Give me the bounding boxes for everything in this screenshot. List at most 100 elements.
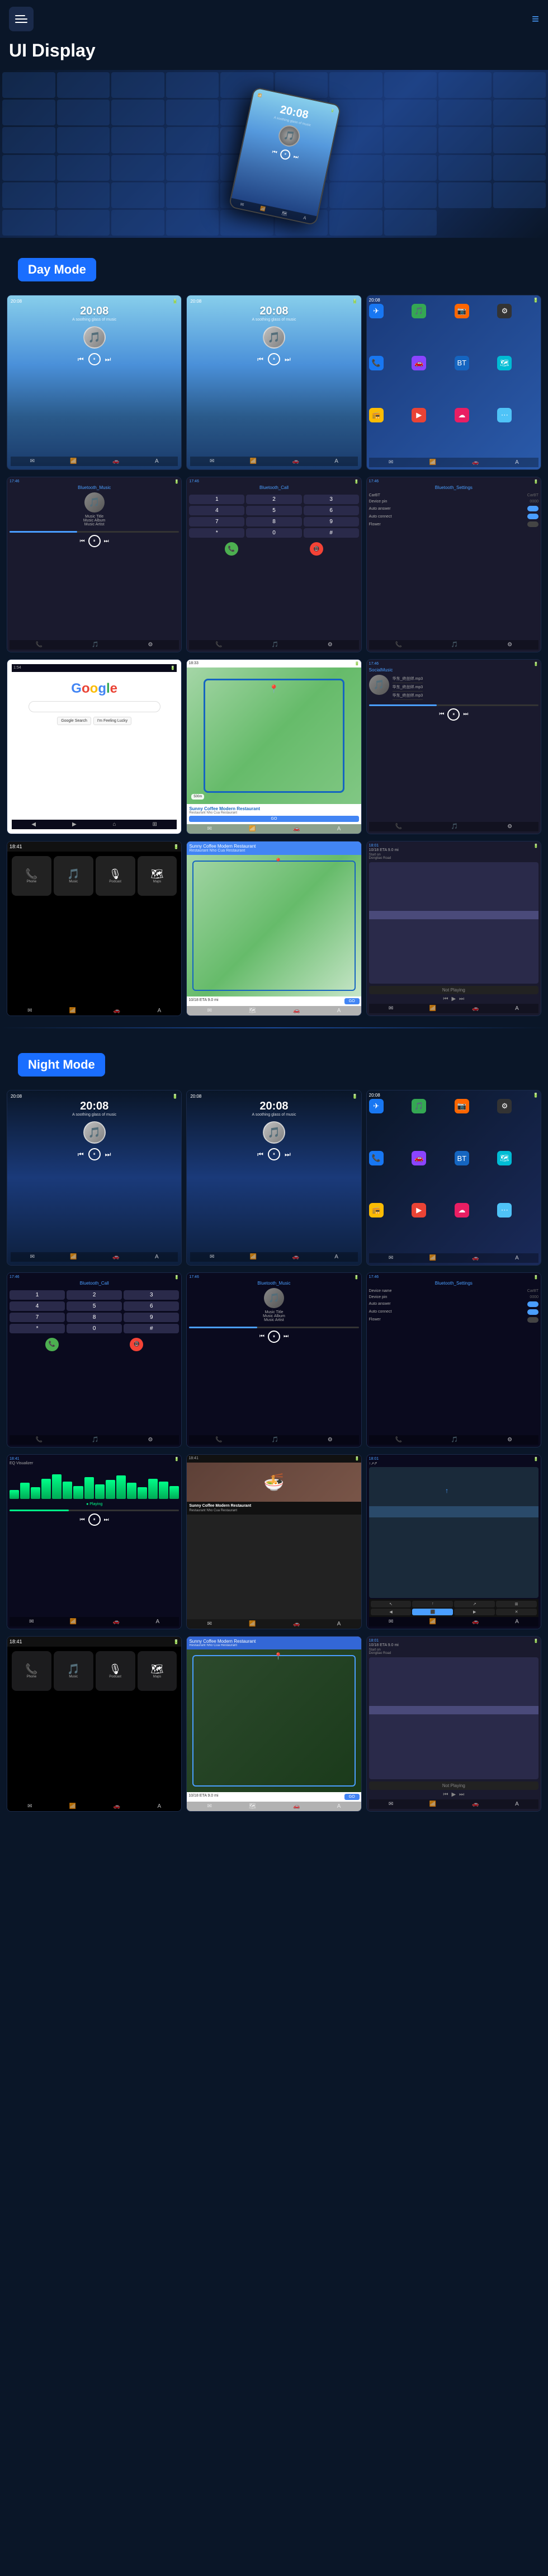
key-0[interactable]: 0 bbox=[246, 528, 301, 538]
nav-icon[interactable]: ≡ bbox=[532, 12, 539, 26]
app-music[interactable]: 🎵 bbox=[412, 304, 426, 318]
carplay-music[interactable]: 🎵 Music bbox=[54, 856, 93, 896]
nav-action-2[interactable]: ↑ bbox=[412, 1601, 453, 1607]
key-4[interactable]: 4 bbox=[10, 1301, 65, 1311]
song-item-2[interactable]: 华东_终丝绊.mp3 bbox=[393, 683, 423, 692]
play-button[interactable]: ⏸ bbox=[268, 1148, 280, 1160]
call-button[interactable]: 📞 bbox=[225, 542, 238, 556]
night-go-button[interactable]: GO bbox=[344, 1794, 360, 1800]
bt-controls[interactable]: ⏮ ⏸ ⏭ bbox=[189, 1331, 358, 1343]
app-weather[interactable]: ☁ bbox=[455, 1203, 469, 1218]
key-9[interactable]: 9 bbox=[124, 1313, 179, 1322]
prev-button[interactable]: ⏮ bbox=[439, 711, 444, 717]
carplay-podcast[interactable]: 🎙 Podcast bbox=[96, 856, 135, 896]
flower-toggle[interactable] bbox=[527, 1317, 538, 1323]
key-1[interactable]: 1 bbox=[189, 495, 244, 504]
song-item-3[interactable]: 华东_终丝绊.mp3 bbox=[393, 692, 423, 700]
np-next[interactable]: ⏭ bbox=[459, 996, 464, 1002]
app-vehicle[interactable]: 🚗 bbox=[412, 356, 426, 370]
bt-controls[interactable]: ⏮ ⏸ ⏭ bbox=[10, 535, 179, 547]
app-weather[interactable]: ☁ bbox=[455, 408, 469, 422]
next-button[interactable]: ⏭ bbox=[463, 711, 468, 717]
nav-action-4[interactable]: ⊞ bbox=[496, 1601, 537, 1607]
nnp-play[interactable]: ▶ bbox=[451, 1792, 456, 1798]
carplay-maps[interactable]: 🗺 Maps bbox=[138, 856, 177, 896]
home-icon[interactable]: ⌂ bbox=[113, 821, 116, 828]
app-radio[interactable]: 📻 bbox=[369, 1203, 384, 1218]
app-youtube[interactable]: ▶ bbox=[412, 1203, 426, 1218]
key-2[interactable]: 2 bbox=[246, 495, 301, 504]
play-button[interactable]: ⏸ bbox=[88, 353, 101, 365]
key-6[interactable]: 6 bbox=[304, 506, 359, 515]
song-item-1[interactable]: 华东_终丝绊.mp3 bbox=[393, 675, 423, 683]
play-button[interactable]: ⏸ bbox=[268, 353, 280, 365]
prev-button[interactable]: ⏮ bbox=[78, 1150, 84, 1159]
nav-action-6[interactable]: ⬛ bbox=[412, 1609, 453, 1615]
night-cp-phone[interactable]: 📞 Phone bbox=[12, 1651, 51, 1691]
play-button[interactable]: ⏸ bbox=[88, 1513, 101, 1526]
key-7[interactable]: 7 bbox=[10, 1313, 65, 1322]
key-5[interactable]: 5 bbox=[67, 1301, 122, 1311]
app-settings[interactable]: ⚙ bbox=[497, 1099, 512, 1113]
carplay-phone[interactable]: 📞 Phone bbox=[12, 856, 51, 896]
key-8[interactable]: 8 bbox=[246, 517, 301, 527]
app-more[interactable]: ⋯ bbox=[497, 1203, 512, 1218]
np-prev[interactable]: ⏮ bbox=[443, 996, 448, 1002]
key-0[interactable]: 0 bbox=[67, 1324, 122, 1333]
prev-button[interactable]: ⏮ bbox=[80, 1517, 85, 1523]
key-1[interactable]: 1 bbox=[10, 1290, 65, 1300]
app-bt[interactable]: BT bbox=[455, 1151, 469, 1165]
end-call-button[interactable]: 📵 bbox=[310, 542, 323, 556]
app-settings[interactable]: ⚙ bbox=[497, 304, 512, 318]
app-telegram[interactable]: ✈ bbox=[369, 1099, 384, 1113]
prev-button[interactable]: ⏮ bbox=[257, 355, 263, 364]
nav-action-3[interactable]: ↗ bbox=[454, 1601, 495, 1607]
eq-controls[interactable]: ⏮ ⏸ ⏭ bbox=[10, 1513, 179, 1526]
key-3[interactable]: 3 bbox=[124, 1290, 179, 1300]
nav-action-8[interactable]: ✕ bbox=[496, 1609, 537, 1615]
nnp-controls[interactable]: ⏮ ▶ ⏭ bbox=[369, 1790, 538, 1799]
next-button[interactable]: ⏭ bbox=[105, 355, 111, 364]
app-phone[interactable]: 📞 bbox=[369, 1151, 384, 1165]
key-3[interactable]: 3 bbox=[304, 495, 359, 504]
app-vehicle[interactable]: 🚗 bbox=[412, 1151, 426, 1165]
next-button[interactable]: ⏭ bbox=[104, 538, 109, 544]
key-star[interactable]: * bbox=[189, 528, 244, 538]
auto-answer-toggle[interactable] bbox=[527, 506, 538, 511]
key-9[interactable]: 9 bbox=[304, 517, 359, 527]
next-button[interactable]: ⏭ bbox=[285, 1150, 291, 1159]
app-radio[interactable]: 📻 bbox=[369, 408, 384, 422]
key-7[interactable]: 7 bbox=[189, 517, 244, 527]
auto-connect-toggle[interactable] bbox=[527, 514, 538, 519]
nav-action-7[interactable]: ▶ bbox=[454, 1609, 495, 1615]
nav-action-1[interactable]: ↖ bbox=[371, 1601, 412, 1607]
end-call-button[interactable]: 📵 bbox=[130, 1338, 143, 1351]
social-controls[interactable]: ⏮ ⏸ ⏭ bbox=[369, 708, 538, 721]
app-nav[interactable]: 🗺 bbox=[497, 1151, 512, 1165]
key-2[interactable]: 2 bbox=[67, 1290, 122, 1300]
key-hash[interactable]: # bbox=[304, 528, 359, 538]
app-telegram[interactable]: ✈ bbox=[369, 304, 384, 318]
night-cp-podcast[interactable]: 🎙 Podcast bbox=[96, 1651, 135, 1691]
nav-action-5[interactable]: ◀ bbox=[371, 1609, 412, 1615]
key-4[interactable]: 4 bbox=[189, 506, 244, 515]
night-cp-maps[interactable]: 🗺 Maps bbox=[138, 1651, 177, 1691]
forward-icon[interactable]: ▶ bbox=[72, 821, 77, 828]
auto-answer-toggle[interactable] bbox=[527, 1301, 538, 1307]
next-button[interactable]: ⏭ bbox=[104, 1517, 109, 1523]
player-controls[interactable]: ⏮ ⏸ ⏭ bbox=[257, 353, 291, 365]
play-button[interactable]: ⏸ bbox=[447, 708, 460, 721]
key-6[interactable]: 6 bbox=[124, 1301, 179, 1311]
app-nav[interactable]: 🗺 bbox=[497, 356, 512, 370]
tabs-icon[interactable]: ⊞ bbox=[152, 821, 157, 828]
call-button[interactable]: 📞 bbox=[45, 1338, 59, 1351]
play-button[interactable]: ⏸ bbox=[88, 535, 101, 547]
auto-connect-toggle[interactable] bbox=[527, 1309, 538, 1315]
key-hash[interactable]: # bbox=[124, 1324, 179, 1333]
play-button[interactable]: ⏸ bbox=[268, 1331, 280, 1343]
logo-icon[interactable] bbox=[9, 7, 34, 31]
play-button[interactable]: ⏸ bbox=[88, 1148, 101, 1160]
next-button[interactable]: ⏭ bbox=[284, 1333, 289, 1339]
nnp-prev[interactable]: ⏮ bbox=[443, 1792, 448, 1798]
back-icon[interactable]: ◀ bbox=[31, 821, 36, 828]
